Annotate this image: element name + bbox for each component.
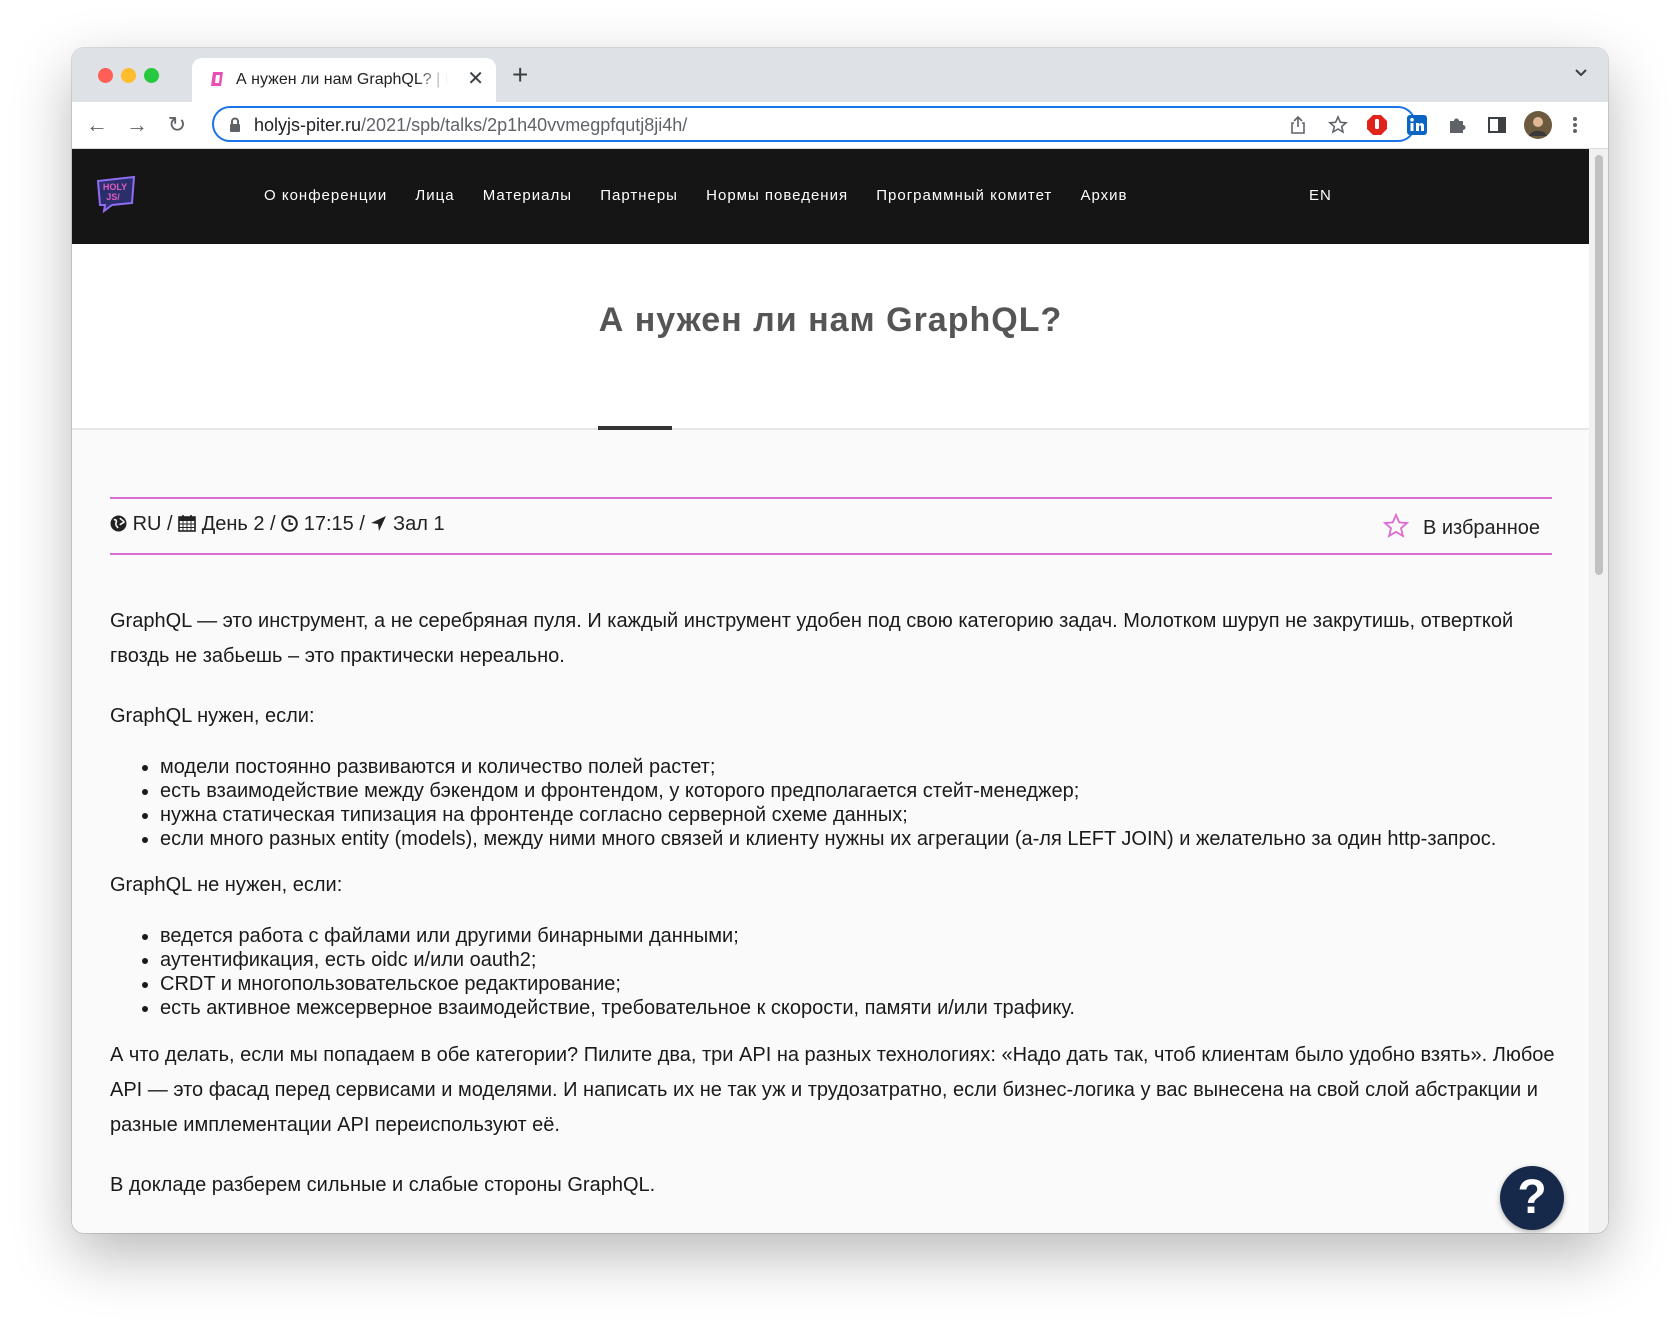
tab-strip: А нужен ли нам GraphQL? | HolyJS ✕ + bbox=[72, 48, 1608, 102]
tab-close-icon[interactable]: ✕ bbox=[467, 69, 484, 89]
list-item: есть взаимодействие между бэкендом и фро… bbox=[160, 779, 1555, 803]
new-tab-icon[interactable]: + bbox=[512, 61, 528, 89]
list-item: если много разных entity (models), между… bbox=[160, 827, 1555, 851]
list-item: модели постоянно развиваются и количеств… bbox=[160, 755, 1555, 779]
nav-item-about[interactable]: О конференции bbox=[264, 187, 387, 204]
puzzle-extensions-icon[interactable] bbox=[1446, 114, 1468, 136]
reload-icon[interactable]: ↻ bbox=[164, 112, 190, 138]
active-tab[interactable]: А нужен ли нам GraphQL? | HolyJS ✕ bbox=[192, 58, 496, 102]
add-to-favorites-button[interactable]: В избранное bbox=[1382, 512, 1540, 540]
holyjs-favicon-icon bbox=[211, 72, 223, 86]
help-button[interactable]: ? bbox=[1500, 1166, 1564, 1230]
site-header: HOLY JS/ О конференции Лица Материалы Па… bbox=[72, 149, 1589, 244]
globe-icon bbox=[110, 515, 127, 532]
forward-arrow-icon[interactable]: → bbox=[124, 112, 150, 138]
language-switch[interactable]: EN bbox=[1309, 187, 1332, 204]
linkedin-extension-icon[interactable] bbox=[1406, 114, 1428, 136]
nav-item-faces[interactable]: Лица bbox=[415, 187, 454, 204]
svg-text:JS/: JS/ bbox=[106, 192, 120, 202]
share-icon[interactable] bbox=[1288, 115, 1308, 135]
nav-item-partners[interactable]: Партнеры bbox=[600, 187, 678, 204]
bookmark-star-icon[interactable] bbox=[1328, 115, 1348, 135]
title-section: А нужен ли нам GraphQL? bbox=[72, 244, 1589, 430]
maximize-window-button[interactable] bbox=[144, 68, 159, 83]
page-title: А нужен ли нам GraphQL? bbox=[598, 301, 1063, 339]
more-vertical-icon[interactable] bbox=[1570, 114, 1580, 136]
not-need-list: ведется работа с файлами или другими бин… bbox=[110, 924, 1555, 1020]
both-categories-paragraph: А что делать, если мы попадаем в обе кат… bbox=[110, 1044, 1555, 1136]
outro-paragraph: В докладе разберем сильные и слабые стор… bbox=[110, 1174, 656, 1196]
star-outline-icon bbox=[1382, 512, 1410, 538]
list-item: ведется работа с файлами или другими бин… bbox=[160, 924, 1555, 948]
list-item: CRDT и многопользовательское редактирова… bbox=[160, 972, 1555, 996]
nav-item-archive[interactable]: Архив bbox=[1080, 187, 1127, 204]
address-bar[interactable]: holyjs-piter.ru/2021/spb/talks/2p1h40vvm… bbox=[212, 106, 1416, 142]
need-list: модели постоянно развиваются и количеств… bbox=[110, 755, 1555, 851]
list-item: есть активное межсерверное взаимодействи… bbox=[160, 996, 1555, 1020]
page-content: А нужен ли нам GraphQL? RU / День 2 / 17… bbox=[72, 244, 1589, 1233]
adblock-extension-icon[interactable] bbox=[1366, 114, 1388, 136]
favorites-label: В избранное bbox=[1422, 517, 1540, 539]
holyjs-logo-icon[interactable]: HOLY JS/ bbox=[94, 175, 138, 213]
talk-description: GraphQL — это инструмент, а не серебряна… bbox=[110, 604, 1555, 1203]
location-arrow-icon bbox=[371, 516, 387, 531]
url-text: holyjs-piter.ru/2021/spb/talks/2p1h40vvm… bbox=[254, 115, 688, 135]
browser-toolbar: ← → ↻ holyjs-piter.ru/2021/spb/talks/2p1… bbox=[72, 102, 1608, 149]
nav-item-code-of-conduct[interactable]: Нормы поведения bbox=[706, 187, 848, 204]
nav-item-materials[interactable]: Материалы bbox=[483, 187, 572, 204]
main-navigation: О конференции Лица Материалы Партнеры Но… bbox=[264, 187, 1151, 204]
list-item: аутентификация, есть oidc и/или oauth2; bbox=[160, 948, 1555, 972]
title-underline bbox=[598, 426, 672, 430]
back-arrow-icon[interactable]: ← bbox=[84, 112, 110, 138]
clock-icon bbox=[281, 515, 298, 532]
talk-hall: Зал 1 bbox=[393, 513, 445, 535]
list-item: нужна статическая типизация на фронтенде… bbox=[160, 803, 1555, 827]
calendar-icon bbox=[178, 515, 196, 532]
intro-paragraph: GraphQL — это инструмент, а не серебряна… bbox=[110, 610, 1514, 667]
page-scrollbar[interactable] bbox=[1589, 149, 1608, 1233]
talk-meta-bar: RU / День 2 / 17:15 / Зал 1 В избранное bbox=[110, 497, 1552, 555]
side-panel-icon[interactable] bbox=[1486, 114, 1508, 136]
chevron-down-icon[interactable] bbox=[1574, 66, 1588, 80]
nav-item-program-committee[interactable]: Программный комитет bbox=[876, 187, 1052, 204]
not-need-heading: GraphQL не нужен, если: bbox=[110, 874, 343, 896]
talk-time: 17:15 bbox=[303, 513, 354, 535]
lock-icon bbox=[230, 117, 240, 132]
close-window-button[interactable] bbox=[98, 68, 113, 83]
talk-meta: RU / День 2 / 17:15 / Зал 1 bbox=[110, 513, 445, 536]
need-heading: GraphQL нужен, если: bbox=[110, 705, 315, 727]
talk-language: RU bbox=[132, 513, 162, 535]
browser-window: А нужен ли нам GraphQL? | HolyJS ✕ + ← →… bbox=[72, 48, 1608, 1233]
talk-day: День 2 bbox=[201, 513, 265, 535]
minimize-window-button[interactable] bbox=[121, 68, 136, 83]
scrollbar-thumb[interactable] bbox=[1595, 155, 1603, 575]
svg-text:HOLY: HOLY bbox=[103, 182, 127, 192]
tab-title: А нужен ли нам GraphQL? | HolyJS bbox=[236, 71, 448, 88]
avatar[interactable] bbox=[1524, 111, 1552, 139]
